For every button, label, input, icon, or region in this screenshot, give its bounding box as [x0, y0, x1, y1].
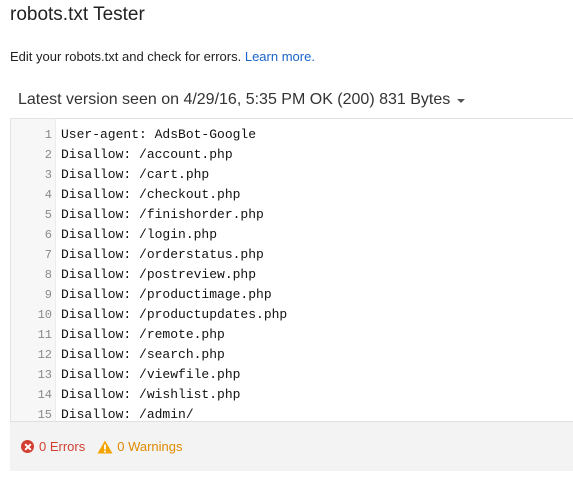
editor-line[interactable]: 1 User-agent: AdsBot-Google	[11, 125, 573, 145]
learn-more-link[interactable]: Learn more.	[245, 49, 315, 64]
editor-line[interactable]: 8 Disallow: /postreview.php	[11, 265, 573, 285]
line-number: 13	[37, 368, 52, 382]
description-text: Edit your robots.txt and check for error…	[10, 49, 242, 64]
line-text: Disallow: /wishlist.php	[61, 387, 241, 402]
line-number: 7	[44, 248, 52, 262]
editor-line[interactable]: 13 Disallow: /viewfile.php	[11, 365, 573, 385]
line-text: Disallow: /productimage.php	[61, 287, 272, 302]
editor-line[interactable]: 7 Disallow: /orderstatus.php	[11, 245, 573, 265]
line-text: Disallow: /admin/	[61, 407, 194, 422]
line-number: 14	[37, 388, 52, 402]
editor-line[interactable]: 4 Disallow: /checkout.php	[11, 185, 573, 205]
page-title: robots.txt Tester	[10, 4, 145, 25]
editor-line[interactable]: 12 Disallow: /search.php	[11, 345, 573, 365]
editor-line[interactable]: 9 Disallow: /productimage.php	[11, 285, 573, 305]
status-bar: 0 Errors 0 Warnings	[10, 421, 573, 471]
warning-triangle-icon	[97, 440, 113, 453]
line-text: Disallow: /login.php	[61, 227, 218, 242]
warnings-status[interactable]: 0 Warnings	[97, 439, 183, 454]
editor-line[interactable]: 10 Disallow: /productupdates.php	[11, 305, 573, 325]
line-number: 4	[44, 188, 52, 202]
version-dropdown[interactable]: Latest version seen on 4/29/16, 5:35 PM …	[18, 91, 466, 109]
line-number: 11	[37, 328, 52, 342]
editor-line[interactable]: 6 Disallow: /login.php	[11, 225, 573, 245]
line-text: Disallow: /orderstatus.php	[61, 247, 264, 262]
editor-line[interactable]: 15 Disallow: /admin/	[11, 405, 573, 422]
errors-count: 0 Errors	[39, 439, 86, 454]
editor-line[interactable]: 14 Disallow: /wishlist.php	[11, 385, 573, 405]
line-text: Disallow: /remote.php	[61, 327, 225, 342]
line-number: 2	[44, 148, 52, 162]
line-text: User-agent: AdsBot-Google	[61, 127, 257, 142]
line-number: 6	[44, 228, 52, 242]
robots-tester-page: robots.txt Tester Edit your robots.txt a…	[0, 0, 573, 495]
editor-line[interactable]: 5 Disallow: /finishorder.php	[11, 205, 573, 225]
line-number: 5	[44, 208, 52, 222]
line-text: Disallow: /cart.php	[61, 167, 210, 182]
editor-line[interactable]: 3 Disallow: /cart.php	[11, 165, 573, 185]
line-number: 8	[44, 268, 52, 282]
error-circle-icon	[21, 440, 34, 453]
page-description: Edit your robots.txt and check for error…	[10, 49, 315, 64]
line-number: 12	[37, 348, 52, 362]
line-number: 1	[44, 128, 52, 142]
line-text: Disallow: /postreview.php	[61, 267, 257, 282]
line-number: 3	[44, 168, 52, 182]
line-number: 10	[37, 308, 52, 322]
editor-lines: 1 User-agent: AdsBot-Google 2 Disallow: /ac…	[11, 125, 573, 422]
warnings-count: 0 Warnings	[117, 439, 183, 454]
line-text: Disallow: /productupdates.php	[61, 307, 288, 322]
line-text: Disallow: /viewfile.php	[61, 367, 241, 382]
errors-status[interactable]: 0 Errors	[21, 439, 85, 454]
line-number: 15	[37, 408, 52, 422]
line-text: Disallow: /search.php	[61, 347, 225, 362]
line-text: Disallow: /account.php	[61, 147, 233, 162]
line-number: 9	[44, 288, 52, 302]
line-text: Disallow: /checkout.php	[61, 187, 241, 202]
editor-line[interactable]: 11 Disallow: /remote.php	[11, 325, 573, 345]
version-label: Latest version seen on 4/29/16, 5:35 PM …	[18, 91, 451, 108]
robots-editor[interactable]: 1 User-agent: AdsBot-Google 2 Disallow: /ac…	[10, 118, 573, 422]
editor-line[interactable]: 2 Disallow: /account.php	[11, 145, 573, 165]
caret-down-icon	[457, 98, 466, 103]
line-text: Disallow: /finishorder.php	[61, 207, 264, 222]
